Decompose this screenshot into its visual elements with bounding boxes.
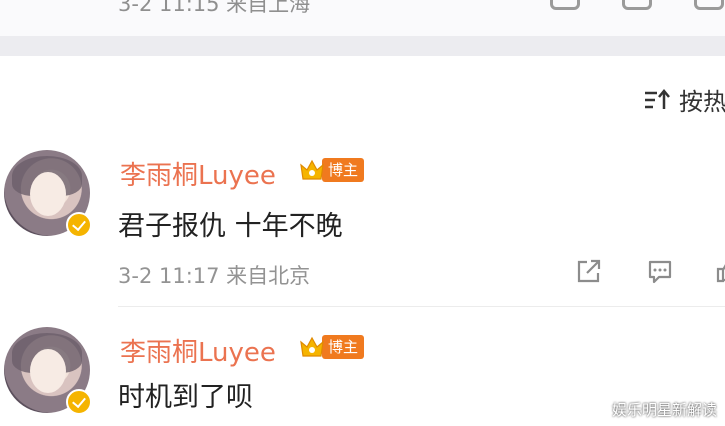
avatar-face — [30, 172, 66, 216]
comment-icon[interactable] — [646, 258, 674, 284]
comment-text: 时机到了呗 — [118, 382, 253, 413]
sort-toggle[interactable]: 按热 — [643, 82, 725, 117]
share-icon[interactable] — [550, 0, 580, 10]
previous-comment-meta: 3-2 11:15 来自上海 — [118, 0, 311, 16]
sort-icon — [643, 87, 671, 113]
blogger-badge: 博主 — [298, 333, 365, 361]
section-separator — [0, 36, 725, 56]
previous-comment-footer: 3-2 11:15 来自上海 — [0, 0, 725, 36]
crown-icon — [298, 156, 326, 184]
sort-label: 按热 — [679, 88, 725, 116]
crown-icon — [298, 333, 326, 361]
comment-username[interactable]: 李雨桐Luyee — [120, 332, 276, 369]
verified-badge-icon — [66, 212, 92, 238]
like-icon[interactable] — [714, 258, 725, 284]
share-icon[interactable] — [575, 258, 603, 284]
comment-divider — [118, 306, 725, 307]
watermark: 娱乐明星新解读 — [611, 401, 717, 419]
avatar-face — [30, 349, 66, 393]
verified-badge-icon — [66, 389, 92, 415]
blogger-badge: 博主 — [298, 156, 365, 184]
comment-username[interactable]: 李雨桐Luyee — [120, 155, 276, 192]
blogger-badge-label: 博主 — [322, 158, 365, 182]
like-icon[interactable] — [694, 0, 724, 10]
comment-text: 君子报仇 十年不晚 — [118, 211, 343, 242]
comment-icon[interactable] — [622, 0, 652, 10]
blogger-badge-label: 博主 — [322, 335, 365, 359]
comment-meta: 3-2 11:17 来自北京 — [118, 264, 311, 288]
